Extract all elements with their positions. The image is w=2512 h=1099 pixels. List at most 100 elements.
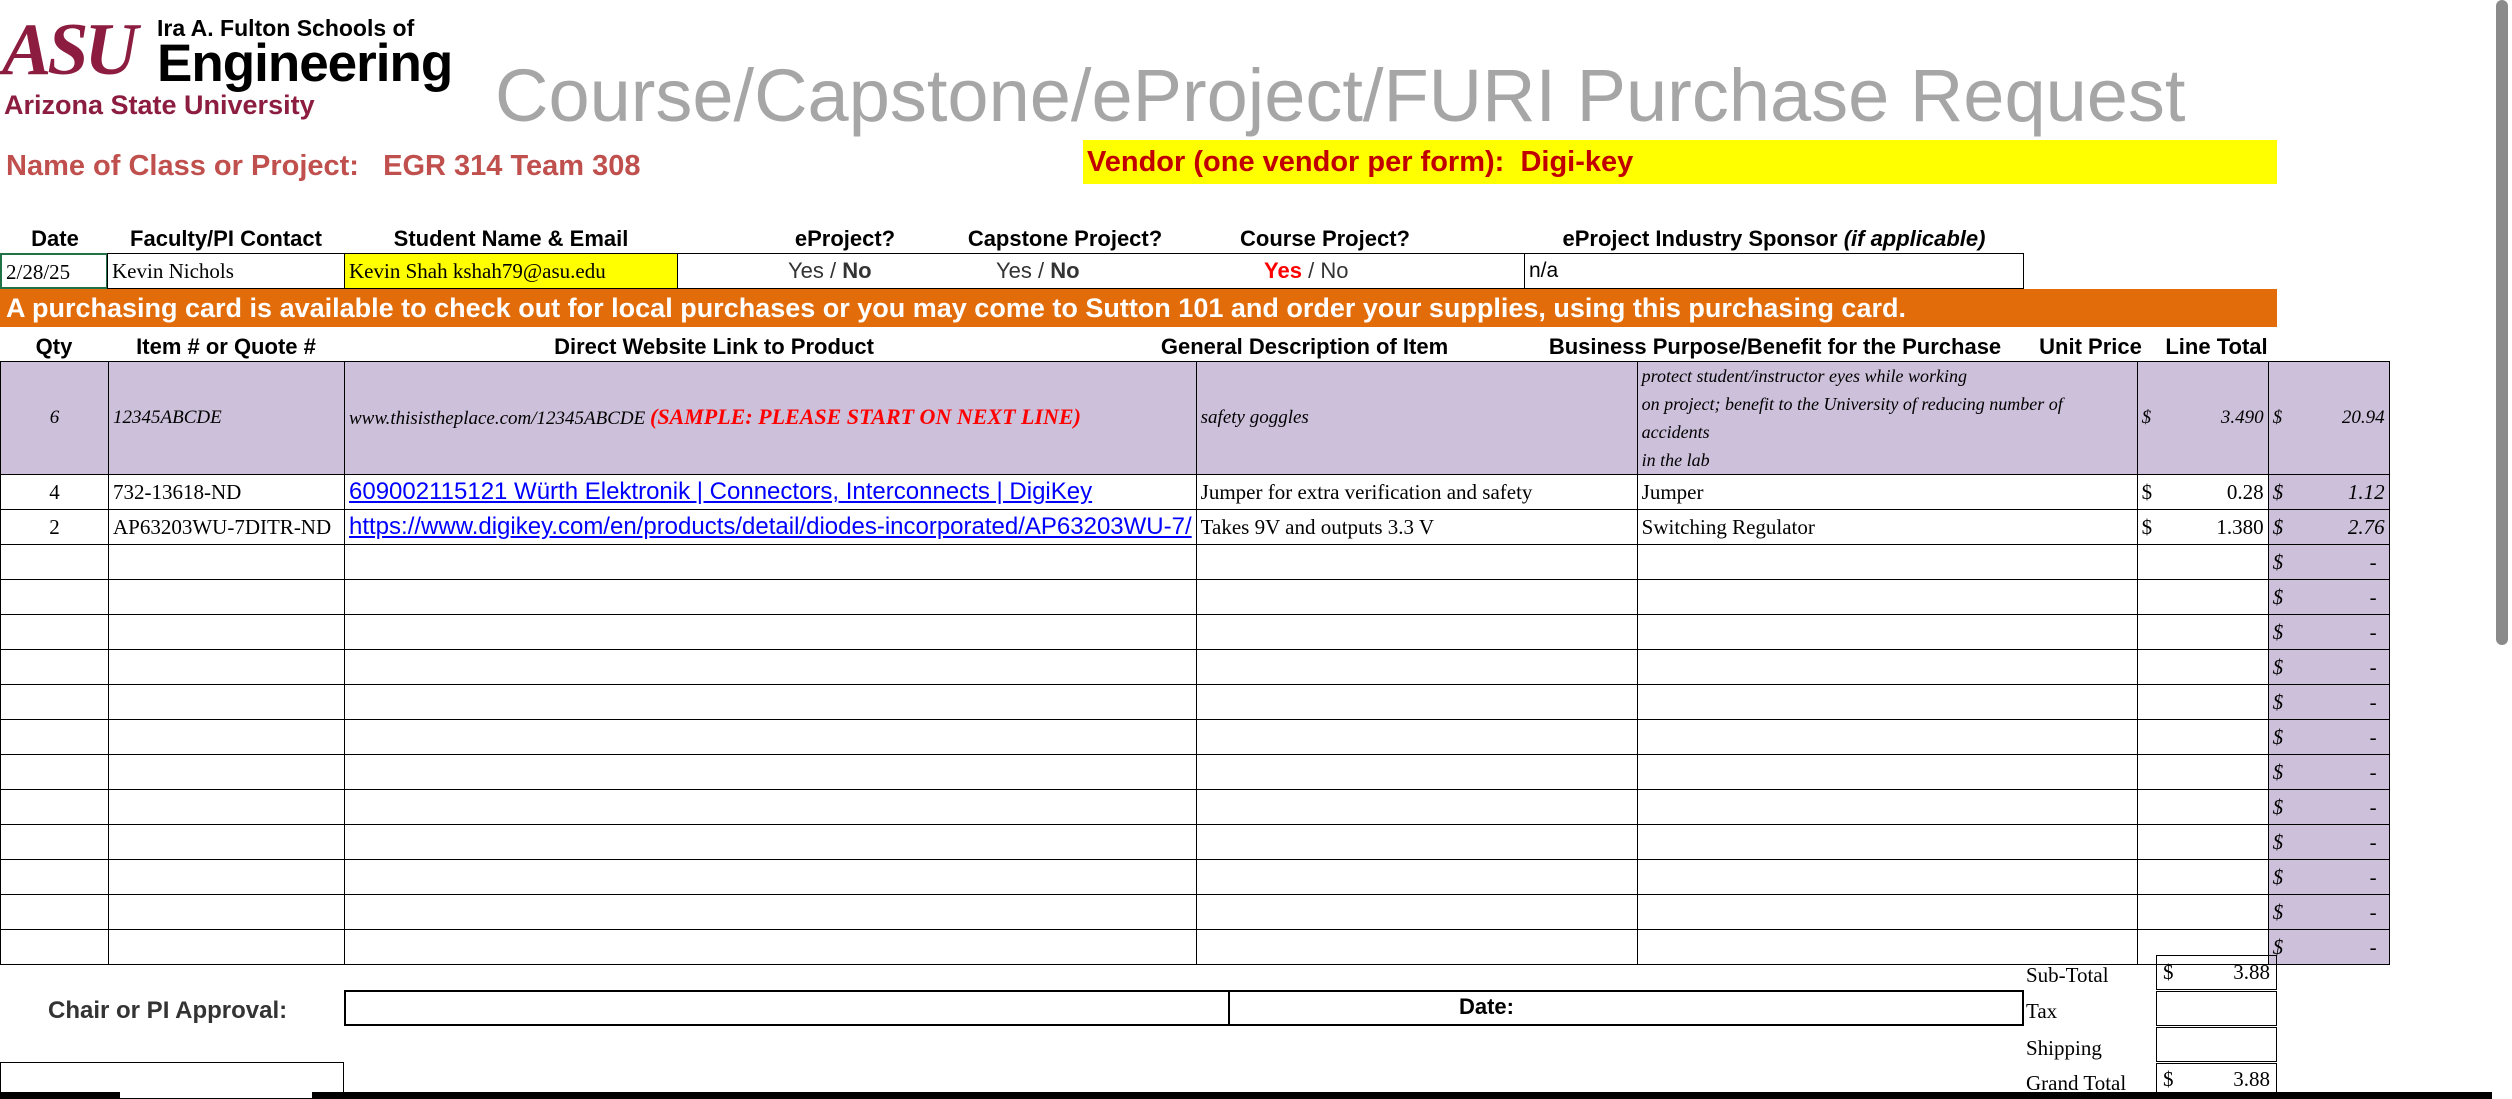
row-qty[interactable] <box>0 684 109 720</box>
row-unit[interactable] <box>2136 754 2269 790</box>
row-purpose[interactable] <box>1636 894 2138 930</box>
student-cell[interactable]: Kevin Shah kshah79@asu.edu <box>344 253 678 289</box>
row-qty[interactable] <box>0 859 109 895</box>
row-desc[interactable] <box>1195 719 1638 755</box>
course-choice[interactable]: Yes / No <box>1264 255 1348 287</box>
row-unit[interactable] <box>2136 719 2269 755</box>
row-item[interactable] <box>108 859 345 895</box>
row-unit[interactable] <box>2136 614 2269 650</box>
faculty-cell[interactable]: Kevin Nichols <box>107 253 345 289</box>
row-purpose[interactable] <box>1636 649 2138 685</box>
row-desc[interactable] <box>1195 929 1638 965</box>
product-link[interactable]: https://www.digikey.com/en/products/deta… <box>349 513 1192 540</box>
shipping-field[interactable] <box>2156 1027 2277 1062</box>
row-unit[interactable]: $0.28 <box>2136 474 2269 510</box>
row-link-cell[interactable] <box>344 824 1197 860</box>
row-qty[interactable] <box>0 544 109 580</box>
row-unit[interactable] <box>2136 824 2269 860</box>
row-qty[interactable] <box>0 614 109 650</box>
project-value[interactable]: EGR 314 Team 308 <box>383 150 640 182</box>
row-qty[interactable] <box>0 649 109 685</box>
row-purpose[interactable]: Jumper <box>1636 474 2138 510</box>
row-desc[interactable] <box>1195 754 1638 790</box>
row-qty[interactable] <box>0 579 109 615</box>
sample-link[interactable]: www.thisistheplace.com/12345ABCDE <box>349 408 645 429</box>
row-item[interactable] <box>108 614 345 650</box>
row-purpose[interactable] <box>1636 859 2138 895</box>
date-cell[interactable]: 2/28/25 <box>0 253 108 289</box>
row-unit[interactable]: $1.380 <box>2136 509 2269 545</box>
row-item[interactable] <box>108 719 345 755</box>
row-purpose[interactable]: Switching Regulator <box>1636 509 2138 545</box>
row-item[interactable] <box>108 789 345 825</box>
vendor-field[interactable]: Vendor (one vendor per form): Digi-key <box>1083 140 2277 184</box>
row-desc[interactable]: Jumper for extra verification and safety <box>1195 474 1638 510</box>
sponsor-cell[interactable]: n/a <box>1524 253 2024 289</box>
row-purpose[interactable] <box>1636 719 2138 755</box>
row-qty[interactable] <box>0 789 109 825</box>
row-link-cell[interactable] <box>344 894 1197 930</box>
row-unit[interactable] <box>2136 649 2269 685</box>
row-purpose[interactable] <box>1636 824 2138 860</box>
row-item[interactable] <box>108 544 345 580</box>
row-qty[interactable] <box>0 929 109 965</box>
row-link-cell[interactable] <box>344 719 1197 755</box>
row-unit[interactable] <box>2136 579 2269 615</box>
row-purpose[interactable] <box>1636 789 2138 825</box>
row-desc[interactable]: Takes 9V and outputs 3.3 V <box>1195 509 1638 545</box>
row-link-cell[interactable] <box>344 789 1197 825</box>
row-item[interactable] <box>108 579 345 615</box>
row-item[interactable] <box>108 649 345 685</box>
row-link-cell[interactable] <box>344 859 1197 895</box>
row-link-cell[interactable] <box>344 684 1197 720</box>
sample-link-cell[interactable]: www.thisistheplace.com/12345ABCDE (SAMPL… <box>344 361 1197 475</box>
row-unit[interactable] <box>2136 789 2269 825</box>
row-desc[interactable] <box>1195 859 1638 895</box>
vertical-scroll-thumb[interactable] <box>2496 0 2508 645</box>
vendor-value[interactable]: Digi-key <box>1520 146 1633 178</box>
eproject-no[interactable]: No <box>842 258 871 283</box>
capstone-yes[interactable]: Yes <box>996 258 1032 283</box>
approval-date-field[interactable] <box>1524 992 2022 1024</box>
sample-qty[interactable]: 6 <box>0 361 109 475</box>
capstone-no[interactable]: No <box>1050 258 1079 283</box>
row-purpose[interactable] <box>1636 684 2138 720</box>
row-link-cell[interactable] <box>344 614 1197 650</box>
row-unit[interactable] <box>2136 894 2269 930</box>
row-link-cell[interactable] <box>344 544 1197 580</box>
row-desc[interactable] <box>1195 684 1638 720</box>
row-item[interactable] <box>108 754 345 790</box>
row-unit[interactable] <box>2136 684 2269 720</box>
row-link-cell[interactable] <box>344 649 1197 685</box>
row-desc[interactable] <box>1195 824 1638 860</box>
row-unit[interactable] <box>2136 544 2269 580</box>
row-qty[interactable] <box>0 754 109 790</box>
row-purpose[interactable] <box>1636 544 2138 580</box>
row-qty[interactable] <box>0 824 109 860</box>
row-item[interactable]: 732-13618-ND <box>108 474 345 510</box>
row-desc[interactable] <box>1195 579 1638 615</box>
row-unit[interactable] <box>2136 859 2269 895</box>
capstone-choice[interactable]: Yes / No <box>996 255 1080 287</box>
row-item[interactable]: AP63203WU-7DITR-ND <box>108 509 345 545</box>
project-field[interactable]: Name of Class or Project: EGR 314 Team 3… <box>6 148 641 184</box>
row-qty[interactable]: 4 <box>0 474 109 510</box>
row-link-cell[interactable] <box>344 754 1197 790</box>
row-desc[interactable] <box>1195 614 1638 650</box>
horizontal-scrollbar-left[interactable] <box>0 1092 120 1099</box>
row-desc[interactable] <box>1195 894 1638 930</box>
course-no[interactable]: No <box>1320 258 1348 283</box>
row-qty[interactable] <box>0 894 109 930</box>
tax-field[interactable] <box>2156 991 2277 1026</box>
sample-desc[interactable]: safety goggles <box>1195 361 1638 475</box>
sample-item[interactable]: 12345ABCDE <box>108 361 345 475</box>
row-item[interactable] <box>108 894 345 930</box>
row-desc[interactable] <box>1195 649 1638 685</box>
row-link-cell[interactable] <box>344 929 1197 965</box>
row-purpose[interactable] <box>1636 754 2138 790</box>
row-qty[interactable] <box>0 719 109 755</box>
row-desc[interactable] <box>1195 789 1638 825</box>
horizontal-scrollbar[interactable] <box>312 1092 2492 1099</box>
sample-purpose[interactable]: protect student/instructor eyes while wo… <box>1636 361 2138 475</box>
row-item[interactable] <box>108 929 345 965</box>
